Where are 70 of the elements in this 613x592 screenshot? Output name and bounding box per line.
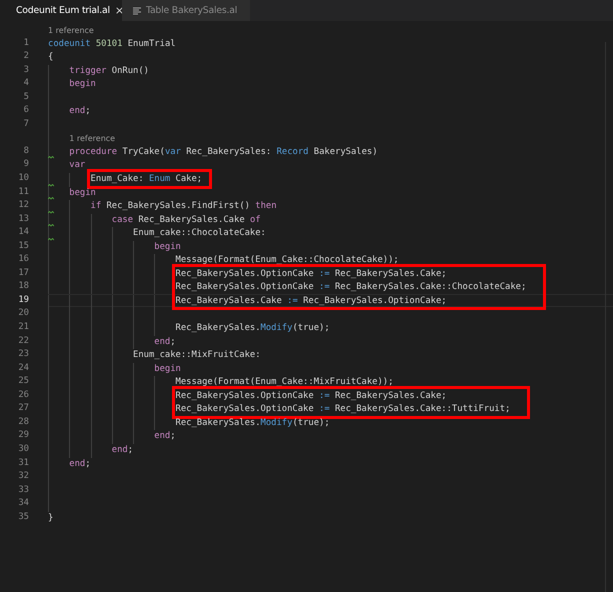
code-text: Rec_BakerySales.OptionCake := Rec_BakerySales.Cake::TuttiFruit; <box>176 403 510 415</box>
reference-count-link[interactable]: 1 reference <box>48 24 94 36</box>
code-text: end; <box>154 336 176 348</box>
code-text: end; <box>69 105 91 117</box>
code-text: begin <box>154 240 181 252</box>
code-text: procedure TryCake(var Rec_BakerySales: Record BakerySales) <box>69 146 378 158</box>
code-text: end; <box>69 458 91 470</box>
code-text: codeunit 50101 EnumTrial <box>48 38 176 50</box>
line-number: 29 <box>18 430 29 440</box>
line-number: 31 <box>18 458 29 468</box>
reference-count-link[interactable]: 1 reference <box>69 132 116 144</box>
line-number: 8 <box>24 146 29 156</box>
line-number: 33 <box>18 484 29 495</box>
line-number: 16 <box>18 254 29 264</box>
line-number: 14 <box>18 227 29 238</box>
code-text: { <box>48 51 54 63</box>
code-text: Rec_BakerySales.OptionCake := Rec_BakerySales.Cake; <box>176 268 447 280</box>
line-number: 13 <box>18 214 29 224</box>
code-text: var <box>69 159 86 172</box>
line-number: 21 <box>18 322 29 332</box>
line-number: 2 <box>24 51 29 62</box>
line-number: 28 <box>18 416 29 427</box>
code-text: end; <box>154 430 176 442</box>
line-number: 9 <box>24 159 29 170</box>
line-number: 7 <box>24 118 29 129</box>
line-number: 23 <box>18 349 29 360</box>
line-number: 32 <box>18 471 29 482</box>
editor-tab[interactable]: Table BakerySales.al <box>122 0 250 21</box>
code-text: begin <box>69 78 96 90</box>
line-number: 25 <box>18 376 29 386</box>
code-text: case Rec_BakerySales.Cake of <box>112 214 261 226</box>
code-text: trigger OnRun() <box>69 64 149 76</box>
line-number: 26 <box>18 390 29 400</box>
line-number: 19 <box>18 294 29 305</box>
line-number: 17 <box>18 268 29 278</box>
code-text: Rec_BakerySales.Modify(true); <box>176 322 330 334</box>
code-text: Rec_BakerySales.OptionCake := Rec_BakerySales.Cake; <box>176 390 447 402</box>
code-text: Message(Format(Enum_Cake::ChocolateCake)); <box>176 254 399 266</box>
code-text: Enum_Cake: Enum Cake; <box>90 173 202 185</box>
line-number: 3 <box>24 64 29 75</box>
line-number: 5 <box>24 92 29 102</box>
code-text: Rec_BakerySales.Cake := Rec_BakerySales.OptionCake; <box>176 294 447 306</box>
line-number: 20 <box>18 308 29 318</box>
line-number: 24 <box>18 362 29 373</box>
close-icon[interactable]: × <box>114 5 124 16</box>
code-text: Rec_BakerySales.Modify(true); <box>176 416 330 428</box>
line-number: 30 <box>18 444 29 454</box>
code-text: } <box>48 512 54 524</box>
line-number: 27 <box>18 403 29 414</box>
line-number: 22 <box>18 336 29 346</box>
code-text: begin <box>69 186 96 198</box>
code-text: Rec_BakerySales.OptionCake := Rec_BakerySales.Cake::ChocolateCake; <box>176 281 526 293</box>
line-number: 6 <box>24 105 29 116</box>
line-number: 10 <box>18 173 29 184</box>
file-lines-icon <box>133 6 141 14</box>
code-text: Message(Format(Enum_Cake::MixFruitCake)); <box>176 376 394 388</box>
line-number: 18 <box>18 281 29 292</box>
code-text: begin <box>154 362 181 374</box>
line-number: 34 <box>18 498 29 508</box>
editor-tab[interactable]: Codeunit Eum trial.al × <box>0 0 122 21</box>
line-number: 11 <box>18 186 29 197</box>
code-text: Enum_cake::ChocolateCake: <box>133 227 266 239</box>
code-text: end; <box>112 444 134 456</box>
code-text: if Rec_BakerySales.FindFirst() then <box>90 200 277 212</box>
line-number: 15 <box>18 240 29 251</box>
code-text: Enum_cake::MixFruitCake: <box>133 349 261 361</box>
line-number: 4 <box>24 78 29 88</box>
line-number: 1 <box>24 38 29 48</box>
line-number: 35 <box>18 512 29 522</box>
line-number: 12 <box>18 200 29 210</box>
